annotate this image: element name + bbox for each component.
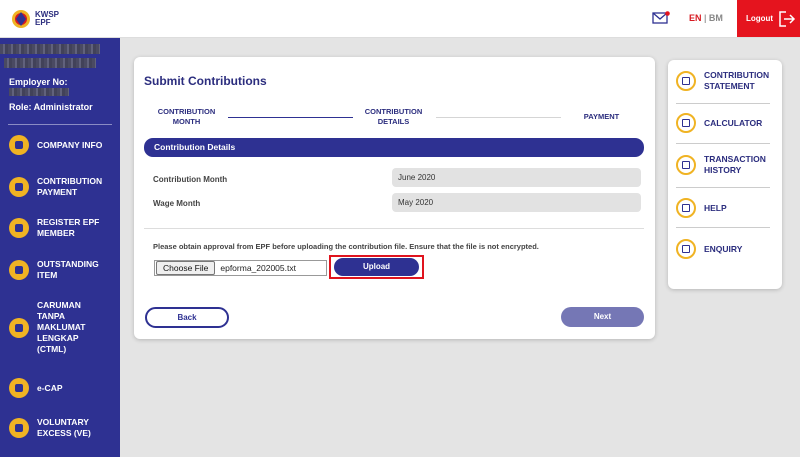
briefcase-icon xyxy=(9,260,29,280)
cap-icon xyxy=(9,378,29,398)
choose-file-button[interactable]: Choose File xyxy=(156,261,216,275)
selected-file-name: epforma_202005.txt xyxy=(220,263,296,273)
sidebar-item-voluntary-excess[interactable]: VOLUNTARY EXCESS (VE) xyxy=(0,417,120,439)
redacted-company-name xyxy=(0,44,100,54)
quick-link-calculator[interactable]: CALCULATOR xyxy=(676,113,776,133)
statement-icon xyxy=(676,71,696,91)
contribution-month-label: Contribution Month xyxy=(153,175,228,184)
sidebar-item-outstanding-item[interactable]: OUTSTANDING ITEM xyxy=(0,259,120,281)
building-icon xyxy=(9,135,29,155)
calculator-icon xyxy=(676,113,696,133)
wage-month-label: Wage Month xyxy=(153,199,201,208)
sidebar-item-company-info[interactable]: COMPANY INFO xyxy=(0,135,120,155)
redacted-company-name-2 xyxy=(4,58,96,68)
step-connector-1 xyxy=(228,117,353,118)
sidebar-divider xyxy=(8,124,112,125)
mail-icon[interactable] xyxy=(652,11,670,24)
calendar-icon xyxy=(9,418,29,438)
kwsp-emblem-icon xyxy=(10,7,32,31)
lang-bm-link[interactable]: BM xyxy=(709,13,723,23)
logo-line2: EPF xyxy=(35,18,51,27)
logout-button[interactable]: Logout xyxy=(737,0,800,37)
quick-link-transaction-history[interactable]: TRANSACTION HISTORY xyxy=(676,154,776,176)
quick-links-panel: CONTRIBUTION STATEMENT CALCULATOR TRANSA… xyxy=(668,60,782,289)
help-icon xyxy=(676,198,696,218)
history-icon xyxy=(676,155,696,175)
sidebar-item-contribution-payment[interactable]: CONTRIBUTION PAYMENT xyxy=(0,176,120,198)
quick-link-divider xyxy=(676,187,770,188)
coins-icon xyxy=(9,177,29,197)
member-icon xyxy=(9,218,29,238)
step-payment: PAYMENT xyxy=(583,112,620,121)
top-bar: KWSP EPF EN | BM Logout xyxy=(0,0,800,38)
page-title: Submit Contributions xyxy=(144,74,267,88)
lang-separator: | xyxy=(704,13,707,23)
role-label: Role: Administrator xyxy=(9,102,93,112)
upload-notice: Please obtain approval from EPF before u… xyxy=(153,242,539,251)
next-button[interactable]: Next xyxy=(561,307,644,327)
wage-month-value: May 2020 xyxy=(392,193,641,212)
quick-link-help[interactable]: HELP xyxy=(676,198,776,218)
logout-icon xyxy=(779,10,796,27)
step-contribution-month: CONTRIBUTION MONTH xyxy=(157,107,216,126)
document-icon xyxy=(9,317,29,338)
step-contribution-details: CONTRIBUTION DETAILS xyxy=(364,107,423,126)
kwsp-logo[interactable]: KWSP EPF xyxy=(10,7,59,31)
logout-label: Logout xyxy=(746,14,774,23)
sidebar: Employer No: Role: Administrator COMPANY… xyxy=(0,38,120,457)
quick-link-enquiry[interactable]: ENQUIRY xyxy=(676,239,776,259)
enquiry-icon xyxy=(676,239,696,259)
quick-link-divider xyxy=(676,143,770,144)
quick-link-divider xyxy=(676,227,770,228)
file-input[interactable]: Choose File epforma_202005.txt xyxy=(154,260,327,276)
sidebar-item-ecap[interactable]: e-CAP xyxy=(0,378,120,398)
lang-en-link[interactable]: EN xyxy=(689,13,702,23)
quick-link-divider xyxy=(676,103,770,104)
language-switch: EN | BM xyxy=(689,13,723,23)
redacted-employer-no xyxy=(9,88,69,96)
sidebar-item-ctml[interactable]: CARUMAN TANPA MAKLUMAT LENGKAP (CTML) xyxy=(0,300,120,355)
upload-button[interactable]: Upload xyxy=(334,258,419,276)
quick-link-contribution-statement[interactable]: CONTRIBUTION STATEMENT xyxy=(676,70,776,92)
section-divider xyxy=(144,228,644,229)
section-header-contribution-details: Contribution Details xyxy=(144,138,644,157)
employer-no-label: Employer No: xyxy=(9,77,68,87)
step-connector-2 xyxy=(436,117,561,118)
back-button[interactable]: Back xyxy=(145,307,229,328)
contribution-month-value: June 2020 xyxy=(392,168,641,187)
submit-contributions-card: Submit Contributions CONTRIBUTION MONTH … xyxy=(134,57,655,339)
sidebar-item-register-epf-member[interactable]: REGISTER EPF MEMBER xyxy=(0,217,120,239)
